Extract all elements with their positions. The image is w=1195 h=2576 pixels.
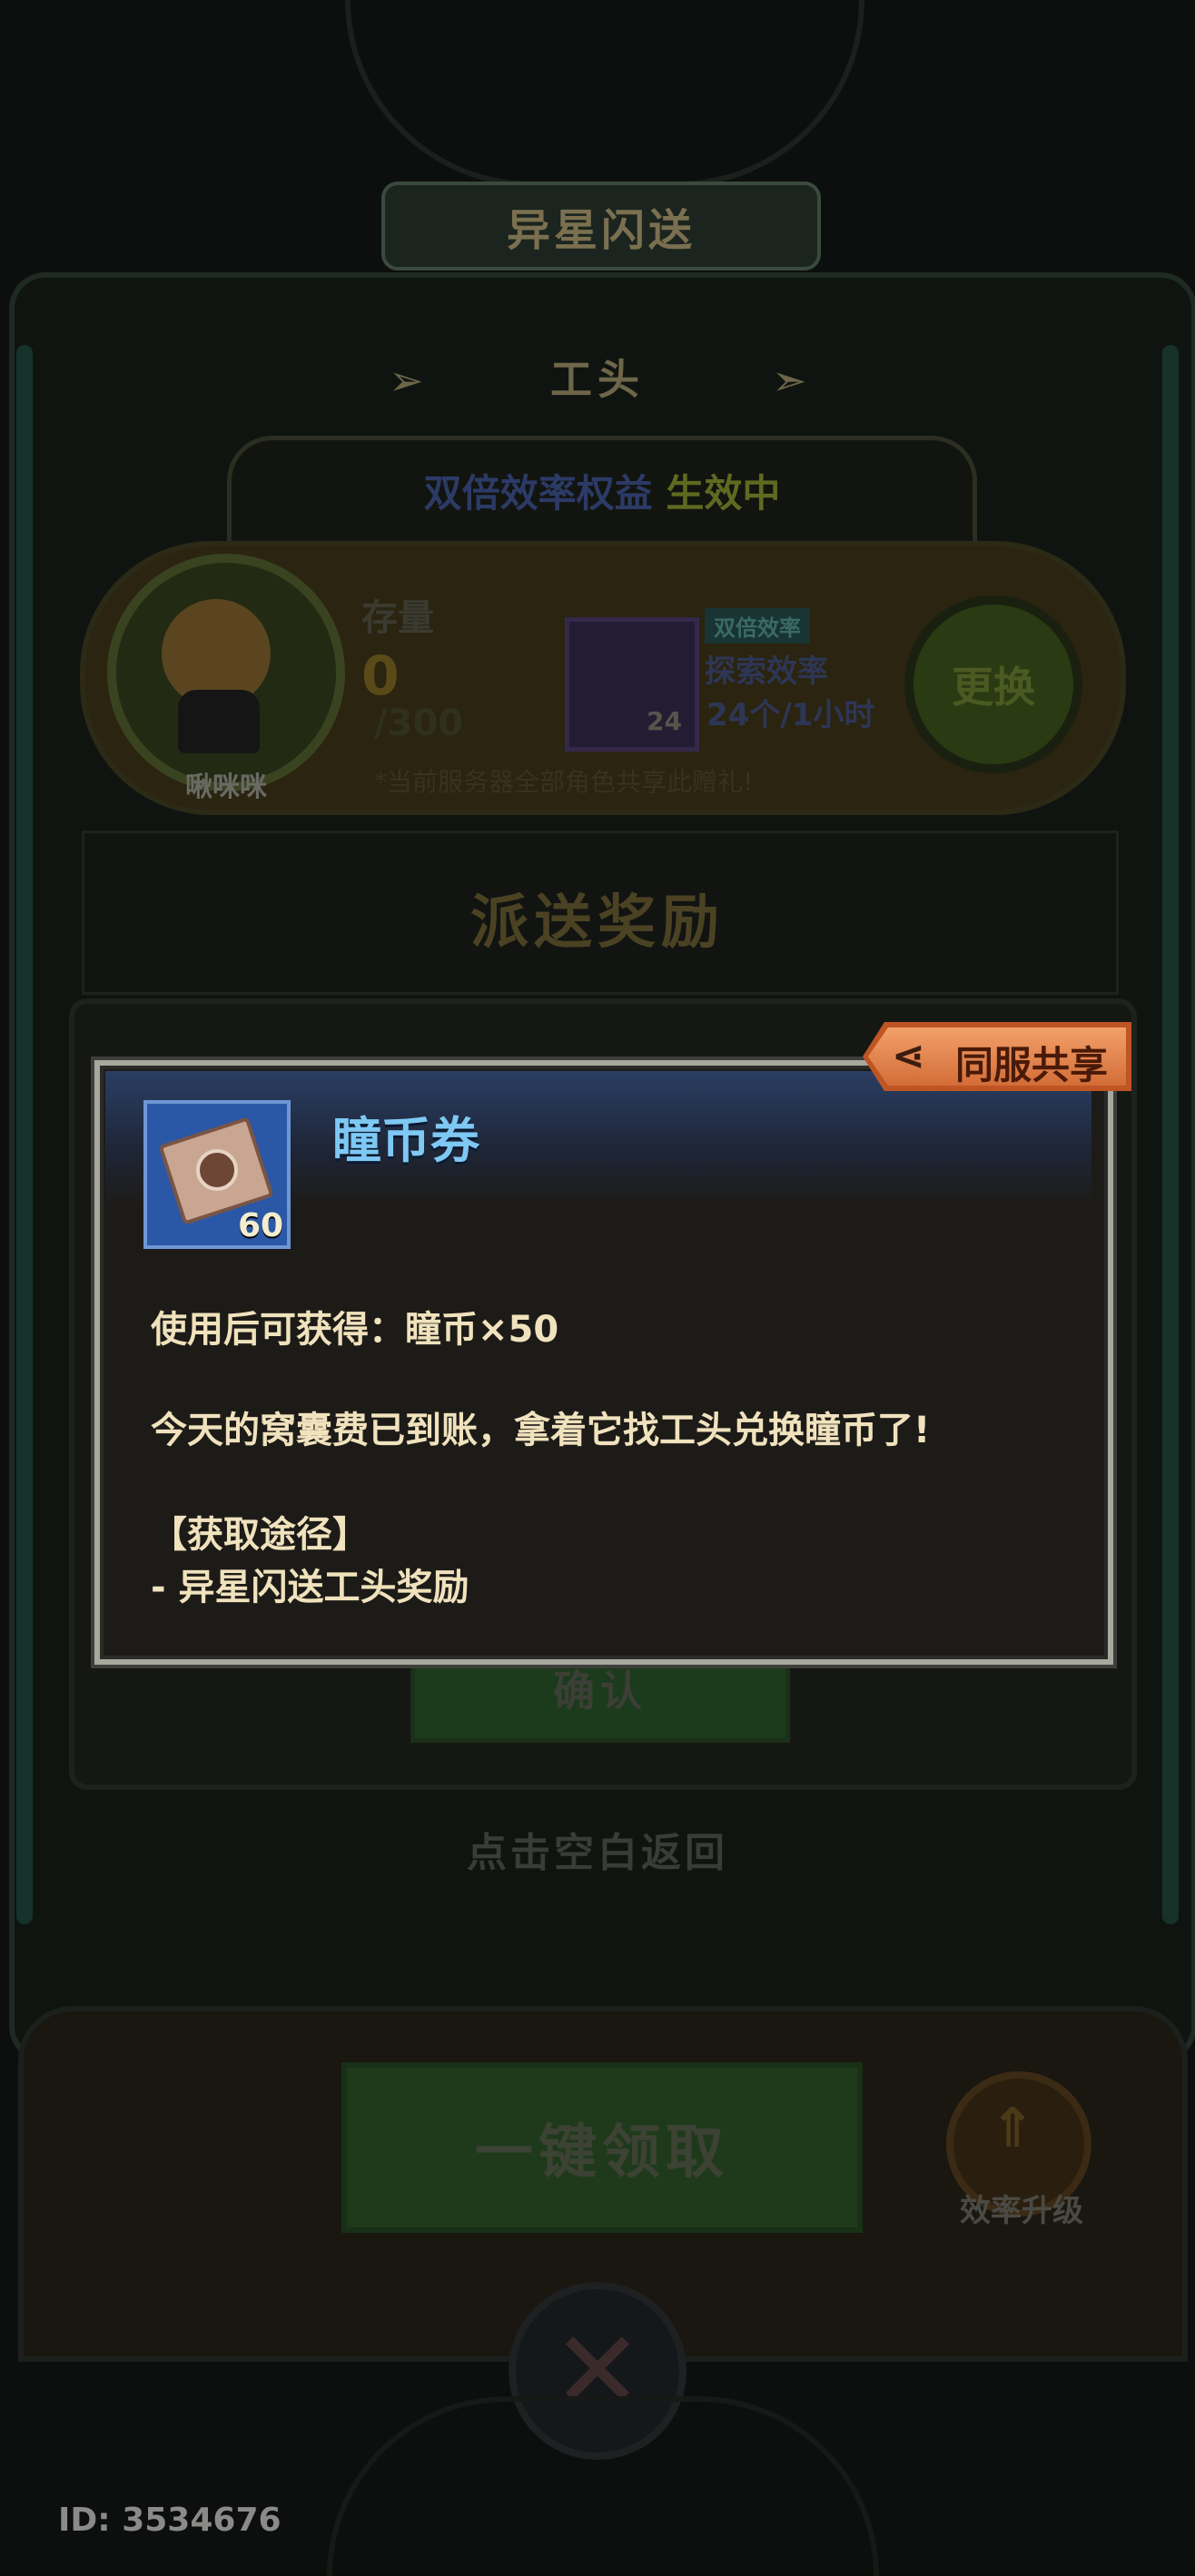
item-flavor-text: 今天的窝囊费已到账，拿着它找工头兑换瞳币了!	[151, 1410, 931, 1451]
bonus-name: 探索效率	[705, 654, 828, 690]
source-item: - 异星闪送工头奖励	[151, 1567, 469, 1608]
page-title: 异星闪送	[381, 182, 821, 270]
upgrade-arrow-icon: ⇑	[990, 2097, 1036, 2160]
character-name: 啾咪咪	[185, 772, 267, 803]
share-icon: ⋖	[892, 1033, 925, 1079]
ticket-eye-icon	[196, 1149, 238, 1191]
panel-edge-right	[1162, 345, 1179, 1924]
stock-label: 存量	[361, 597, 434, 639]
share-tag-label: 同服共享	[955, 1043, 1109, 1087]
status-text: 双倍效率权益 生效中	[227, 463, 977, 518]
stock-value: 0	[361, 644, 400, 708]
arrow-right-icon: ➣	[772, 356, 807, 405]
source-heading: 【获取途径】	[151, 1514, 369, 1556]
arrow-left-icon: ➢	[389, 356, 424, 405]
status-label: 双倍效率权益	[423, 471, 653, 516]
panel-edge-left	[16, 345, 33, 1924]
share-note: *当前服务器全部角色共享此赠礼!	[374, 767, 754, 797]
item-count: 60	[238, 1207, 284, 1244]
swap-button[interactable]: 更换	[904, 595, 1082, 773]
item-name: 瞳币券	[332, 1112, 479, 1169]
collect-all-button[interactable]: 一键领取	[341, 2062, 863, 2233]
bonus-tag: 双倍效率	[705, 608, 810, 644]
user-id: ID: 3534676	[58, 2502, 281, 2539]
section-title: 工头	[550, 355, 645, 404]
upgrade-label: 效率升级	[960, 2193, 1083, 2229]
item-effect: 使用后可获得：瞳币×50	[151, 1309, 559, 1351]
stock-max: /300	[374, 703, 464, 744]
bonus-slot-count: 24	[647, 706, 682, 736]
bonus-rate: 24个/1小时	[706, 697, 875, 733]
tap-to-return[interactable]: 点击空白返回	[0, 1820, 1195, 1878]
reward-title: 派送奖励	[470, 890, 725, 957]
avatar-body	[178, 690, 260, 753]
status-state: 生效中	[666, 471, 781, 516]
